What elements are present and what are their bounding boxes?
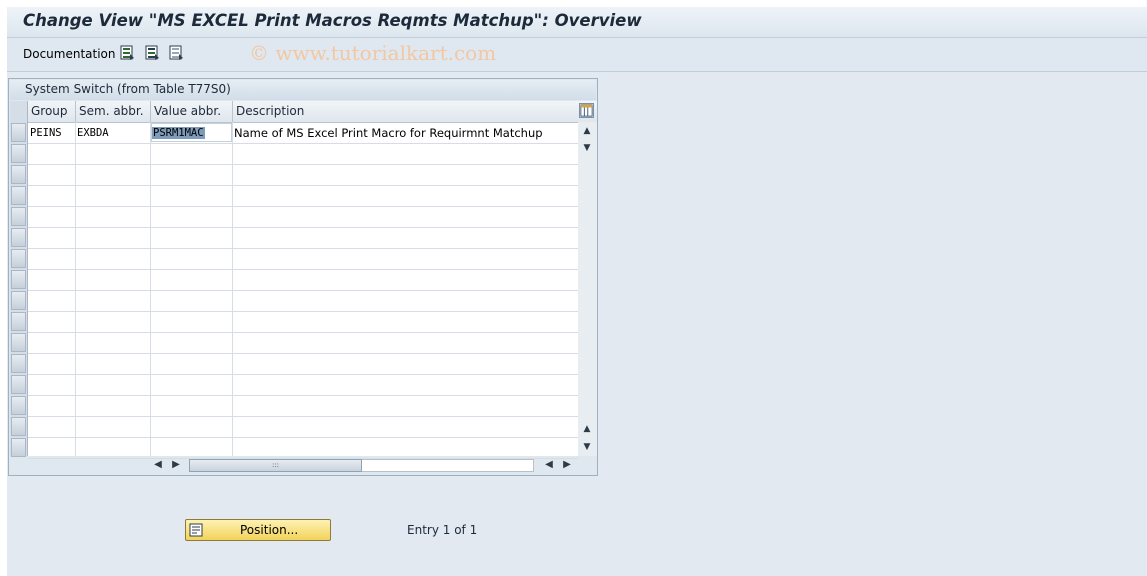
row-divider [28,332,578,333]
scroll-left-end-icon[interactable]: ◀ [544,459,554,471]
row-selector[interactable] [11,417,26,436]
row-selector[interactable] [11,228,26,247]
row-selector[interactable] [11,333,26,352]
cell-value-abbr[interactable]: PSRM1MAC [152,123,205,143]
table-title: System Switch (from Table T77S0) [25,82,231,96]
row-selector[interactable] [11,165,26,184]
window-edge [0,0,7,576]
cell-group[interactable]: PEINS [30,123,62,143]
column-divider [232,122,233,456]
position-button[interactable]: Position... [185,519,331,541]
page-up-icon[interactable]: ▲ [582,424,592,434]
watermark-text: © www.tutorialkart.com [249,41,497,65]
horizontal-scrollbar[interactable]: ◀ ▶ ::: ◀ ▶ [147,456,577,474]
column-header-group[interactable]: Group [28,101,76,122]
row-divider [28,248,578,249]
page-title: Change View "MS EXCEL Print Macros Reqmt… [23,11,642,30]
cell-sem-abbr[interactable]: EXBDA [77,123,109,143]
scroll-thumb[interactable]: ::: [189,459,362,472]
table-settings-icon[interactable] [579,103,594,118]
column-header-description[interactable]: Description [233,101,578,122]
scroll-right-icon[interactable]: ▶ [171,459,181,471]
row-divider [28,395,578,396]
title-bar: Change View "MS EXCEL Print Macros Reqmt… [7,7,1147,38]
position-button-label: Position... [240,523,299,537]
page-down-icon[interactable]: ▼ [582,442,592,452]
column-divider [150,122,151,456]
row-selector[interactable] [11,354,26,373]
scroll-right-end-icon[interactable]: ▶ [562,459,572,471]
row-selector[interactable] [11,144,26,163]
scroll-left-icon[interactable]: ◀ [153,459,163,471]
column-divider [75,122,76,456]
table-header-row: Group Sem. abbr. Value abbr. Description [10,101,597,123]
row-selector[interactable] [11,249,26,268]
row-divider [28,290,578,291]
table-control: Group Sem. abbr. Value abbr. Description… [10,101,597,459]
row-divider [28,269,578,270]
column-header-value-abbr[interactable]: Value abbr. [151,101,233,122]
table-title-bar: System Switch (from Table T77S0) [10,80,596,100]
scroll-down-icon[interactable]: ▼ [582,143,592,153]
row-selector[interactable] [11,123,26,142]
row-selector[interactable] [11,207,26,226]
column-header-sem-abbr[interactable]: Sem. abbr. [76,101,151,122]
documentation-button[interactable]: Documentation [23,47,116,61]
row-divider [28,311,578,312]
row-divider [28,143,578,144]
selected-text: PSRM1MAC [152,127,205,139]
select-block-icon[interactable] [145,45,160,61]
row-selector[interactable] [11,186,26,205]
position-icon [189,523,203,537]
row-divider [28,227,578,228]
cell-description: Name of MS Excel Print Macro for Requirm… [234,126,543,140]
row-selector[interactable] [11,270,26,289]
row-divider [28,353,578,354]
row-selector[interactable] [11,396,26,415]
row-selector[interactable] [11,375,26,394]
row-divider [28,437,578,438]
row-selector[interactable] [11,291,26,310]
row-divider [28,164,578,165]
row-divider [28,206,578,207]
scroll-up-icon[interactable]: ▲ [582,126,592,136]
application-toolbar: Documentation © www.tutorialkart.com [7,38,1147,72]
select-all-icon[interactable] [120,45,135,61]
deselect-all-icon[interactable] [169,45,184,61]
entry-counter: Entry 1 of 1 [407,523,478,537]
row-selector[interactable] [11,438,26,457]
row-selector[interactable] [11,312,26,331]
row-divider [28,416,578,417]
vertical-scrollbar[interactable]: ▲ ▼ ▲ ▼ [578,122,597,456]
row-divider [28,374,578,375]
row-divider [28,185,578,186]
